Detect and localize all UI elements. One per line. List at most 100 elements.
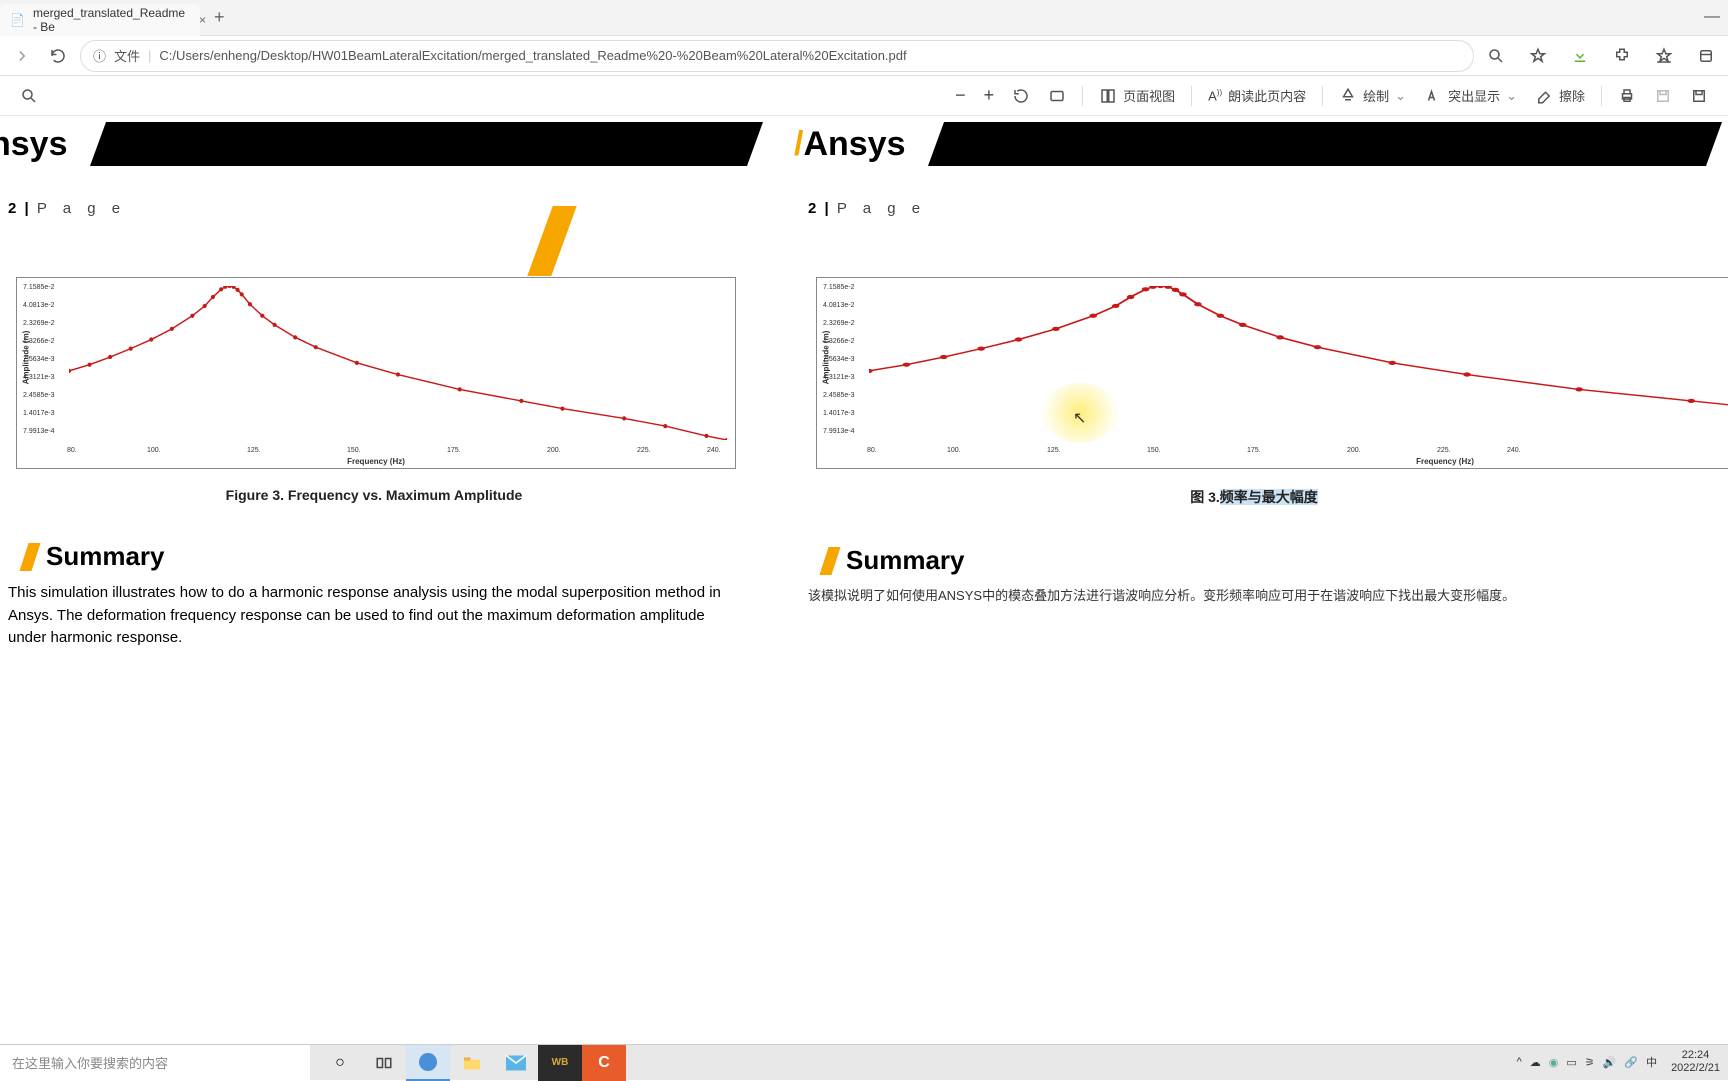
x-tick: 225. bbox=[637, 447, 651, 454]
print-icon[interactable] bbox=[1612, 83, 1642, 109]
address-bar: ⓘ 文件 | C:/Users/enheng/Desktop/HW01BeamL… bbox=[0, 36, 1728, 76]
summary-heading: Summary bbox=[24, 541, 754, 572]
zoom-icon[interactable] bbox=[1482, 42, 1510, 70]
chart-left: Amplitude (m) Frequency (Hz) 7.1585e-2 4… bbox=[16, 277, 736, 469]
header-stripe bbox=[928, 122, 1722, 166]
x-tick: 240. bbox=[1507, 447, 1521, 454]
pdf-page-left: nsys 2 | P a g e Amplitude (m) Frequency… bbox=[0, 116, 754, 650]
favorites-list-icon[interactable] bbox=[1650, 42, 1678, 70]
y-tick: 7.9913e-4 bbox=[823, 428, 855, 435]
browser-tab-strip: 📄 merged_translated_Readme - Be × + — bbox=[0, 0, 1728, 36]
volume-icon[interactable]: 🔊 bbox=[1603, 1056, 1617, 1069]
page-view-button[interactable]: 页面视图 bbox=[1093, 82, 1181, 109]
window-minimize-icon[interactable]: — bbox=[1704, 8, 1720, 26]
link-icon[interactable]: 🔗 bbox=[1624, 1056, 1638, 1069]
collections-icon[interactable] bbox=[1692, 42, 1720, 70]
draw-button[interactable]: 绘制 ⌄ bbox=[1333, 82, 1412, 109]
summary-heading: Summary bbox=[824, 545, 1714, 576]
new-tab-button[interactable]: + bbox=[208, 5, 231, 30]
ansys-logo: /Ansys bbox=[794, 125, 906, 164]
y-tick: 2.3269e-2 bbox=[23, 320, 55, 327]
x-tick: 100. bbox=[947, 447, 961, 454]
save-icon[interactable] bbox=[1648, 83, 1678, 109]
x-tick: 200. bbox=[1347, 447, 1361, 454]
chevron-down-icon: ⌄ bbox=[1395, 88, 1406, 104]
zoom-out-button[interactable]: − bbox=[949, 81, 972, 110]
tab-title: merged_translated_Readme - Be bbox=[33, 6, 185, 34]
reload-button[interactable] bbox=[44, 42, 72, 70]
x-tick: 150. bbox=[1147, 447, 1161, 454]
y-tick: 4.0813e-2 bbox=[823, 302, 855, 309]
pdf-page-right: /Ansys 2 | P a g e Amplitude (m) Frequen… bbox=[794, 116, 1714, 650]
mouse-cursor-icon: ↖ bbox=[1073, 408, 1086, 428]
forward-button[interactable] bbox=[8, 42, 36, 70]
highlight-button[interactable]: 突出显示 ⌄ bbox=[1418, 82, 1523, 109]
save-as-icon[interactable] bbox=[1684, 83, 1714, 109]
tray-chevron-icon[interactable]: ^ bbox=[1517, 1056, 1522, 1068]
x-tick: 240. bbox=[707, 447, 721, 454]
page-view-label: 页面视图 bbox=[1123, 86, 1175, 105]
y-tick: 4.0813e-2 bbox=[23, 302, 55, 309]
pdf-toolbar: − + 页面视图 A)) 朗读此页内容 绘制 ⌄ 突出显示 ⌄ 擦除 bbox=[0, 76, 1728, 116]
clock[interactable]: 22:24 2022/2/21 bbox=[1671, 1049, 1720, 1075]
y-tick: 4.3121e-3 bbox=[23, 374, 55, 381]
x-tick: 80. bbox=[67, 447, 77, 454]
edge-icon[interactable] bbox=[406, 1045, 450, 1081]
onedrive-icon[interactable]: ☁ bbox=[1530, 1056, 1541, 1069]
camtasia-icon[interactable]: C bbox=[582, 1045, 626, 1081]
info-icon: ⓘ bbox=[93, 46, 106, 65]
x-tick: 80. bbox=[867, 447, 877, 454]
task-view-icon[interactable] bbox=[362, 1045, 406, 1081]
extensions-icon[interactable] bbox=[1608, 42, 1636, 70]
pdf-search-icon[interactable] bbox=[14, 83, 44, 109]
file-badge: 文件 bbox=[114, 46, 140, 65]
summary-section: Summary This simulation illustrates how … bbox=[0, 541, 754, 650]
download-icon[interactable] bbox=[1566, 42, 1594, 70]
taskbar-search[interactable]: 在这里输入你要搜索的内容 bbox=[0, 1045, 310, 1081]
browser-tab[interactable]: 📄 merged_translated_Readme - Be × bbox=[0, 4, 200, 36]
pdf-viewport[interactable]: nsys 2 | P a g e Amplitude (m) Frequency… bbox=[0, 116, 1728, 1052]
tab-favicon: 📄 bbox=[10, 13, 25, 27]
taskbar-search-placeholder: 在这里输入你要搜索的内容 bbox=[12, 1053, 168, 1072]
x-tick: 150. bbox=[347, 447, 361, 454]
system-tray: ^ ☁ ◉ ▭ ⚞ 🔊 🔗 中 22:24 2022/2/21 bbox=[1517, 1044, 1720, 1080]
rotate-icon[interactable] bbox=[1006, 83, 1036, 109]
zoom-in-button[interactable]: + bbox=[978, 81, 1001, 110]
cortana-icon[interactable]: ○ bbox=[318, 1045, 362, 1081]
wifi-icon[interactable]: ⚞ bbox=[1585, 1056, 1595, 1069]
favorite-icon[interactable] bbox=[1524, 42, 1552, 70]
url-field[interactable]: ⓘ 文件 | C:/Users/enheng/Desktop/HW01BeamL… bbox=[80, 40, 1474, 72]
x-tick: 175. bbox=[1247, 447, 1261, 454]
erase-button[interactable]: 擦除 bbox=[1529, 82, 1591, 109]
security-icon[interactable]: ◉ bbox=[1549, 1056, 1559, 1069]
explorer-icon[interactable] bbox=[450, 1045, 494, 1081]
page-number: 2 | P a g e bbox=[8, 200, 754, 217]
y-tick: 7.9913e-4 bbox=[23, 428, 55, 435]
summary-section: Summary 该模拟说明了如何使用ANSYS中的模态叠加方法进行谐波响应分析。… bbox=[794, 545, 1714, 606]
figure-caption-cn: 图 3.频率与最大幅度 bbox=[794, 487, 1714, 507]
page-number: 2 | P a g e bbox=[808, 200, 1714, 217]
y-tick: 7.1585e-2 bbox=[823, 284, 855, 291]
y-tick: 2.4585e-3 bbox=[823, 392, 855, 399]
workbench-icon[interactable]: WB bbox=[538, 1045, 582, 1081]
battery-icon[interactable]: ▭ bbox=[1566, 1056, 1576, 1069]
x-axis-label: Frequency (Hz) bbox=[1416, 457, 1474, 466]
x-tick: 200. bbox=[547, 447, 561, 454]
y-tick: 7.5634e-3 bbox=[823, 356, 855, 363]
url-text: C:/Users/enheng/Desktop/HW01BeamLateralE… bbox=[159, 48, 906, 63]
mail-icon[interactable] bbox=[494, 1045, 538, 1081]
draw-label: 绘制 bbox=[1363, 86, 1389, 105]
y-tick: 2.3269e-2 bbox=[823, 320, 855, 327]
erase-label: 擦除 bbox=[1559, 86, 1585, 105]
x-tick: 125. bbox=[247, 447, 261, 454]
chart-plot-area bbox=[69, 286, 727, 440]
ime-indicator[interactable]: 中 bbox=[1646, 1054, 1657, 1070]
read-aloud-button[interactable]: A)) 朗读此页内容 bbox=[1202, 82, 1312, 109]
windows-taskbar: 在这里输入你要搜索的内容 ○ WB C ^ ☁ ◉ ▭ ⚞ 🔊 🔗 中 22:2… bbox=[0, 1044, 1728, 1080]
y-tick: 4.3121e-3 bbox=[823, 374, 855, 381]
ansys-logo: nsys bbox=[0, 125, 68, 164]
y-tick: 1.3266e-2 bbox=[23, 338, 55, 345]
fit-page-icon[interactable] bbox=[1042, 83, 1072, 109]
y-tick: 2.4585e-3 bbox=[23, 392, 55, 399]
y-tick: 1.3266e-2 bbox=[823, 338, 855, 345]
